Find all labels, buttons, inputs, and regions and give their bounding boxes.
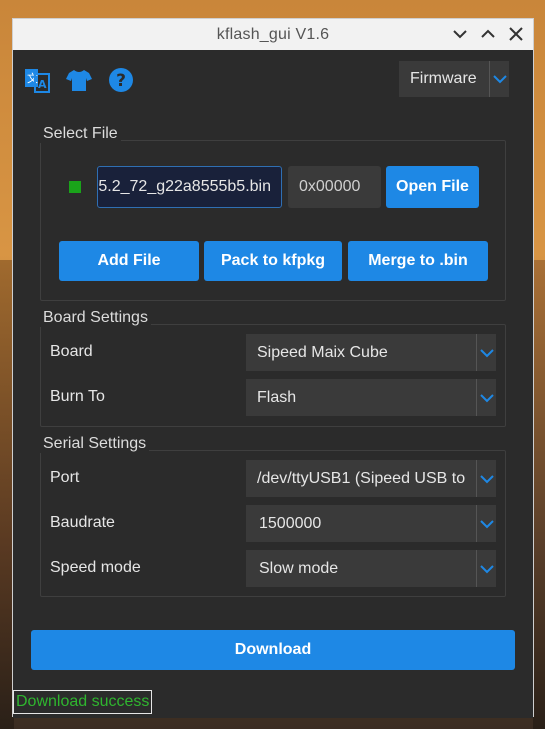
title-bar[interactable]: kflash_gui V1.6 — [13, 19, 533, 50]
mode-select[interactable]: Firmware — [399, 61, 509, 97]
chevron-down-icon — [489, 61, 509, 97]
port-select[interactable]: /dev/ttyUSB1 (Sipeed USB to — [246, 460, 496, 497]
svg-text:A: A — [38, 78, 47, 91]
main-panel: 文 A ? Firmware Select File 5.2_72_g22a85… — [13, 50, 533, 718]
burn-to-select[interactable]: Flash — [246, 379, 496, 416]
shirt-icon — [66, 70, 92, 91]
baudrate-select-value: 1500000 — [259, 514, 322, 532]
add-file-button[interactable]: Add File — [59, 241, 199, 281]
baudrate-label: Baudrate — [50, 514, 115, 531]
port-label: Port — [50, 469, 80, 486]
file-path-input[interactable]: 5.2_72_g22a8555b5.bin — [97, 166, 282, 208]
pack-kfpkg-label: Pack to kfpkg — [220, 252, 326, 269]
burn-to-label: Burn To — [50, 388, 105, 405]
help-button[interactable]: ? — [107, 66, 135, 94]
open-file-label: Open File — [396, 178, 469, 195]
chevron-down-icon — [453, 30, 467, 39]
language-icon: 文 A — [25, 69, 50, 93]
desktop-background-right — [533, 260, 545, 729]
help-icon: ? — [109, 68, 133, 92]
close-icon — [509, 27, 523, 41]
minimize-button[interactable] — [449, 23, 471, 45]
svg-text:?: ? — [116, 71, 126, 91]
pack-kfpkg-button[interactable]: Pack to kfpkg — [204, 241, 342, 281]
serial-settings-title: Serial Settings — [40, 435, 150, 453]
board-select-value: Sipeed Maix Cube — [257, 343, 388, 361]
close-button[interactable] — [505, 23, 527, 45]
baudrate-select[interactable]: 1500000 — [246, 505, 496, 542]
window-title: kflash_gui V1.6 — [216, 25, 330, 43]
language-button[interactable]: 文 A — [23, 66, 51, 94]
port-select-value: /dev/ttyUSB1 (Sipeed USB to — [257, 469, 466, 487]
speed-mode-label: Speed mode — [50, 559, 141, 576]
address-value: 0x00000 — [299, 178, 361, 195]
speed-mode-select[interactable]: Slow mode — [246, 550, 496, 587]
chevron-down-icon — [476, 334, 496, 371]
board-settings-title: Board Settings — [40, 309, 151, 327]
speed-mode-select-value: Slow mode — [259, 559, 339, 577]
file-enable-checkbox[interactable] — [69, 181, 81, 193]
chevron-up-icon — [481, 29, 495, 38]
maximize-button[interactable] — [477, 23, 499, 45]
board-label: Board — [50, 343, 93, 360]
status-message: Download success — [13, 690, 153, 714]
download-button[interactable]: Download — [31, 630, 515, 670]
burn-to-select-value: Flash — [257, 388, 297, 406]
download-label: Download — [234, 641, 312, 658]
chevron-down-icon — [476, 505, 496, 542]
address-input[interactable]: 0x00000 — [288, 166, 381, 208]
select-file-title: Select File — [40, 125, 121, 143]
open-file-button[interactable]: Open File — [386, 166, 479, 208]
file-path-value: 5.2_72_g22a8555b5.bin — [98, 178, 271, 195]
board-select[interactable]: Sipeed Maix Cube — [246, 334, 496, 371]
window-controls — [449, 23, 527, 45]
chevron-down-icon — [476, 460, 496, 497]
mode-select-value: Firmware — [410, 70, 477, 87]
status-text: Download success — [16, 693, 150, 710]
merge-bin-button[interactable]: Merge to .bin — [348, 241, 488, 281]
merge-bin-label: Merge to .bin — [368, 252, 468, 269]
add-file-label: Add File — [97, 252, 161, 269]
chevron-down-icon — [476, 550, 496, 587]
kflash-window: kflash_gui V1.6 文 A ? Firmware Select Fi… — [12, 18, 534, 718]
chevron-down-icon — [476, 379, 496, 416]
skin-button[interactable] — [65, 66, 93, 94]
